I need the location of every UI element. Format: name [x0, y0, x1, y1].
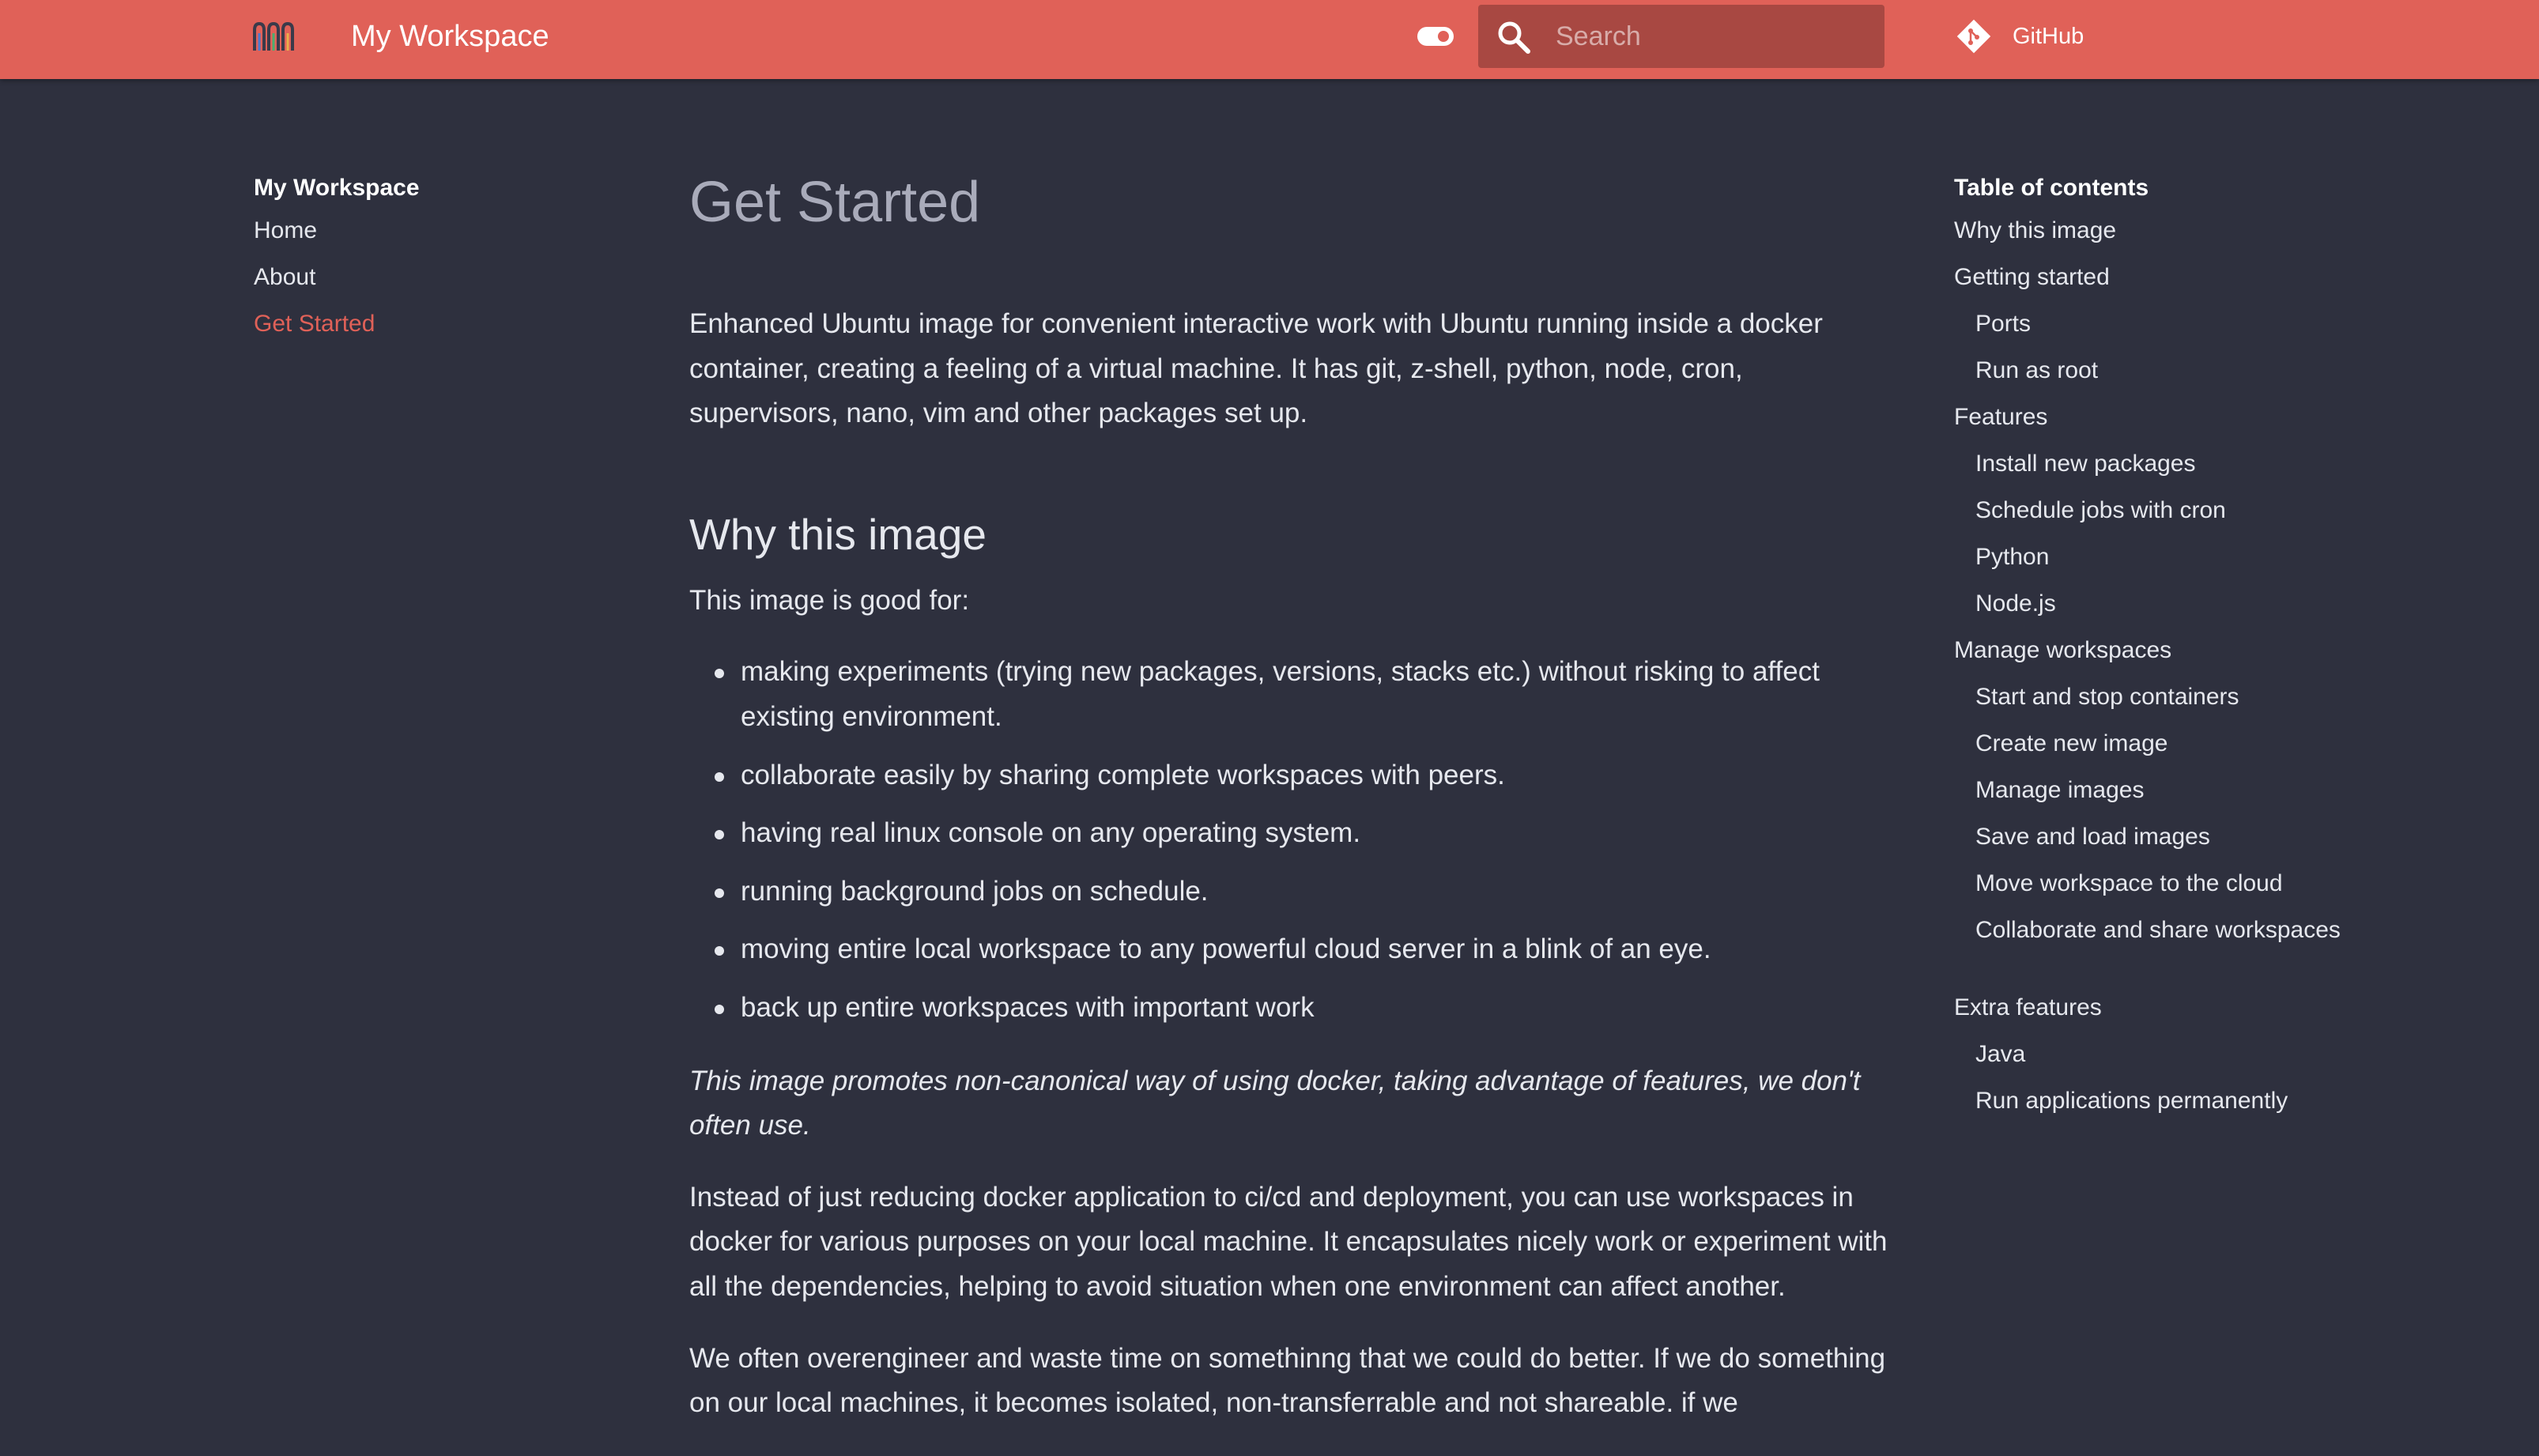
- left-nav: My Workspace Home About Get Started: [254, 169, 586, 347]
- page-title: Get Started: [689, 171, 981, 234]
- toc-item-getting-started[interactable]: Getting started: [1954, 254, 2349, 300]
- toc-item-create-new-image[interactable]: Create new image: [1954, 720, 2349, 767]
- git-diamond-icon: [1954, 17, 1994, 56]
- toc-item-install-new-packages[interactable]: Install new packages: [1954, 440, 2349, 487]
- workspace-logo-icon[interactable]: [251, 21, 297, 52]
- toc-item-features[interactable]: Features: [1954, 394, 2349, 440]
- toc-item-manage-images[interactable]: Manage images: [1954, 767, 2349, 813]
- list-item: collaborate easily by sharing complete w…: [689, 753, 1891, 798]
- instead-paragraph: Instead of just reducing docker applicat…: [689, 1181, 1888, 1302]
- benefits-list: making experiments (trying new packages,…: [689, 650, 1891, 1030]
- main-content: Get Started Enhanced Ubuntu image for co…: [689, 158, 1891, 1426]
- intro-paragraph: Enhanced Ubuntu image for convenient int…: [689, 308, 1823, 429]
- search-input[interactable]: [1554, 5, 1870, 68]
- toc-item-move-workspace-cloud[interactable]: Move workspace to the cloud: [1954, 860, 2349, 907]
- toc-item-python[interactable]: Python: [1954, 534, 2349, 580]
- toc-item-java[interactable]: Java: [1954, 1031, 2349, 1077]
- list-item: making experiments (trying new packages,…: [689, 650, 1891, 739]
- toc-item-why-this-image[interactable]: Why this image: [1954, 207, 2349, 254]
- github-label: GitHub: [2013, 23, 2084, 49]
- section-heading-why: Why this image: [689, 509, 987, 559]
- often-paragraph: We often overengineer and waste time on …: [689, 1342, 1886, 1419]
- toc-title: Table of contents: [1954, 175, 2149, 201]
- list-item: back up entire workspaces with important…: [689, 986, 1891, 1031]
- github-link[interactable]: GitHub: [1954, 17, 2084, 55]
- list-item: running background jobs on schedule.: [689, 869, 1891, 915]
- toc-item-save-load-images[interactable]: Save and load images: [1954, 813, 2349, 860]
- toc-item-run-apps-permanently[interactable]: Run applications permanently: [1954, 1077, 2349, 1124]
- nav-item-home[interactable]: Home: [254, 207, 586, 254]
- search-icon: [1497, 21, 1530, 54]
- toc-item-manage-workspaces[interactable]: Manage workspaces: [1954, 627, 2349, 673]
- toc-item-extra-features[interactable]: Extra features: [1954, 984, 2349, 1031]
- italic-note: This image promotes non-canonical way of…: [689, 1065, 1861, 1141]
- list-item: moving entire local workspace to any pow…: [689, 927, 1891, 972]
- nav-title: My Workspace: [254, 175, 420, 201]
- toc-item-nodejs[interactable]: Node.js: [1954, 580, 2349, 627]
- toc-item-start-stop-containers[interactable]: Start and stop containers: [1954, 673, 2349, 720]
- toc-item-schedule-jobs[interactable]: Schedule jobs with cron: [1954, 487, 2349, 534]
- good-for-paragraph: This image is good for:: [689, 584, 970, 616]
- nav-item-about[interactable]: About: [254, 254, 586, 300]
- table-of-contents: Table of contents Why this image Getting…: [1954, 169, 2349, 1124]
- search-box[interactable]: [1478, 5, 1884, 68]
- toggle-icon[interactable]: [1417, 26, 1454, 47]
- toc-item-ports[interactable]: Ports: [1954, 300, 2349, 347]
- toc-item-collaborate-share[interactable]: Collaborate and share workspaces: [1954, 907, 2349, 984]
- nav-item-get-started[interactable]: Get Started: [254, 300, 586, 347]
- top-header: My Workspace GitHub: [0, 0, 2539, 79]
- site-title[interactable]: My Workspace: [351, 17, 549, 55]
- toc-item-run-as-root[interactable]: Run as root: [1954, 347, 2349, 394]
- list-item: having real linux console on any operati…: [689, 811, 1891, 856]
